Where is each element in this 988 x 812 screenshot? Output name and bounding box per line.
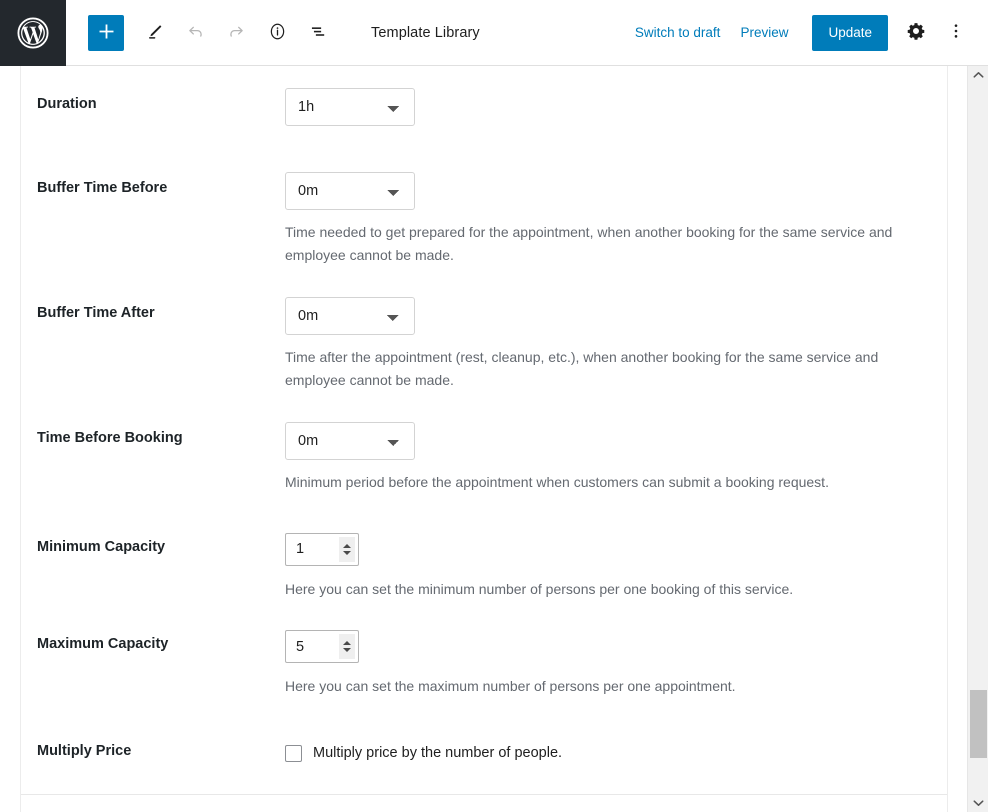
stepper-up-icon[interactable] <box>343 543 351 548</box>
field-label-duration: Duration <box>37 96 97 112</box>
chevron-down-icon <box>973 799 984 807</box>
add-block-button[interactable] <box>88 14 124 51</box>
kebab-menu-icon <box>946 21 966 44</box>
wordpress-logo-button[interactable] <box>0 0 66 66</box>
field-label-minimum-capacity: Minimum Capacity <box>37 538 166 555</box>
vertical-scrollbar[interactable] <box>967 66 988 812</box>
buffer-time-after-select[interactable]: 0m <box>285 297 415 335</box>
redo-button[interactable] <box>218 15 254 51</box>
service-settings-panel: Duration 1h Buffer Time Before 0m Time n… <box>20 66 948 812</box>
switch-to-draft-button[interactable]: Switch to draft <box>625 19 731 46</box>
preview-button[interactable]: Preview <box>730 19 798 46</box>
field-label-multiply-price: Multiply Price <box>37 742 132 759</box>
list-view-button[interactable] <box>300 15 336 51</box>
undo-arrow-icon <box>185 21 206 45</box>
field-row-maximum-capacity: Maximum Capacity Here you can set the ma… <box>21 600 947 698</box>
stepper-down-icon[interactable] <box>343 550 351 555</box>
field-row-duration: Duration 1h <box>21 66 947 126</box>
more-options-button[interactable] <box>938 15 974 51</box>
gear-icon <box>906 21 926 44</box>
stepper-down-icon[interactable] <box>343 648 351 652</box>
wordpress-logo-icon <box>16 16 50 50</box>
document-title: Template Library <box>371 24 480 41</box>
field-help-time-before-booking: Minimum period before the appointment wh… <box>285 474 829 490</box>
field-row-time-before-booking: Time Before Booking 0m Minimum period be… <box>21 391 947 494</box>
field-help-buffer-time-before: Time needed to get prepared for the appo… <box>285 224 893 263</box>
field-row-multiply-price: Multiply Price Multiply price by the num… <box>21 698 947 794</box>
scroll-up-button[interactable] <box>968 66 988 84</box>
multiply-price-checkbox[interactable] <box>285 744 302 762</box>
info-circle-icon <box>267 21 288 45</box>
details-button[interactable] <box>259 15 295 51</box>
field-help-minimum-capacity: Here you can set the minimum number of p… <box>285 580 794 597</box>
field-label-time-before-booking: Time Before Booking <box>37 430 183 446</box>
toolbar-left-group: Template Library <box>66 14 480 51</box>
tools-button[interactable] <box>136 15 172 51</box>
undo-button[interactable] <box>177 15 213 51</box>
field-label-buffer-time-before: Buffer Time Before <box>37 180 168 196</box>
buffer-time-before-select[interactable]: 0m <box>285 172 415 210</box>
scroll-down-button[interactable] <box>968 794 988 812</box>
accordion-eligible-employees[interactable]: Eligible Employees <box>21 795 947 812</box>
toolbar-right-group: Switch to draft Preview Update <box>625 14 988 51</box>
duration-select[interactable]: 1h <box>285 88 415 126</box>
pencil-icon <box>144 21 165 45</box>
maximum-capacity-stepper[interactable] <box>285 630 359 663</box>
field-row-buffer-time-after: Buffer Time After 0m Time after the appo… <box>21 266 947 391</box>
field-label-buffer-time-after: Buffer Time After <box>37 305 155 321</box>
list-view-icon <box>308 21 329 45</box>
field-row-minimum-capacity: Minimum Capacity Here you can set the mi… <box>21 494 947 601</box>
maximum-capacity-spin-buttons[interactable] <box>339 634 355 659</box>
field-row-buffer-time-before: Buffer Time Before 0m Time needed to get… <box>21 126 947 266</box>
editor-top-bar: Template Library Switch to draft Preview… <box>0 0 988 66</box>
update-button[interactable]: Update <box>812 14 888 51</box>
scrollbar-thumb[interactable] <box>970 690 987 758</box>
minimum-capacity-stepper[interactable] <box>285 532 359 566</box>
field-label-maximum-capacity: Maximum Capacity <box>37 636 169 652</box>
plus-icon <box>97 22 116 44</box>
multiply-price-checkbox-label: Multiply price by the number of people. <box>313 745 563 761</box>
stepper-up-icon[interactable] <box>343 641 351 645</box>
time-before-booking-select[interactable]: 0m <box>285 422 415 460</box>
field-help-buffer-time-after: Time after the appointment (rest, cleanu… <box>285 349 879 388</box>
field-help-maximum-capacity: Here you can set the maximum number of p… <box>285 678 736 694</box>
redo-arrow-icon <box>226 21 247 45</box>
settings-field-list: Duration 1h Buffer Time Before 0m Time n… <box>21 66 947 794</box>
minimum-capacity-spin-buttons[interactable] <box>339 536 355 562</box>
chevron-up-icon <box>973 71 984 79</box>
settings-button[interactable] <box>898 15 934 51</box>
editor-canvas: Duration 1h Buffer Time Before 0m Time n… <box>0 66 967 812</box>
multiply-price-checkbox-row[interactable]: Multiply price by the number of people. <box>285 739 931 762</box>
